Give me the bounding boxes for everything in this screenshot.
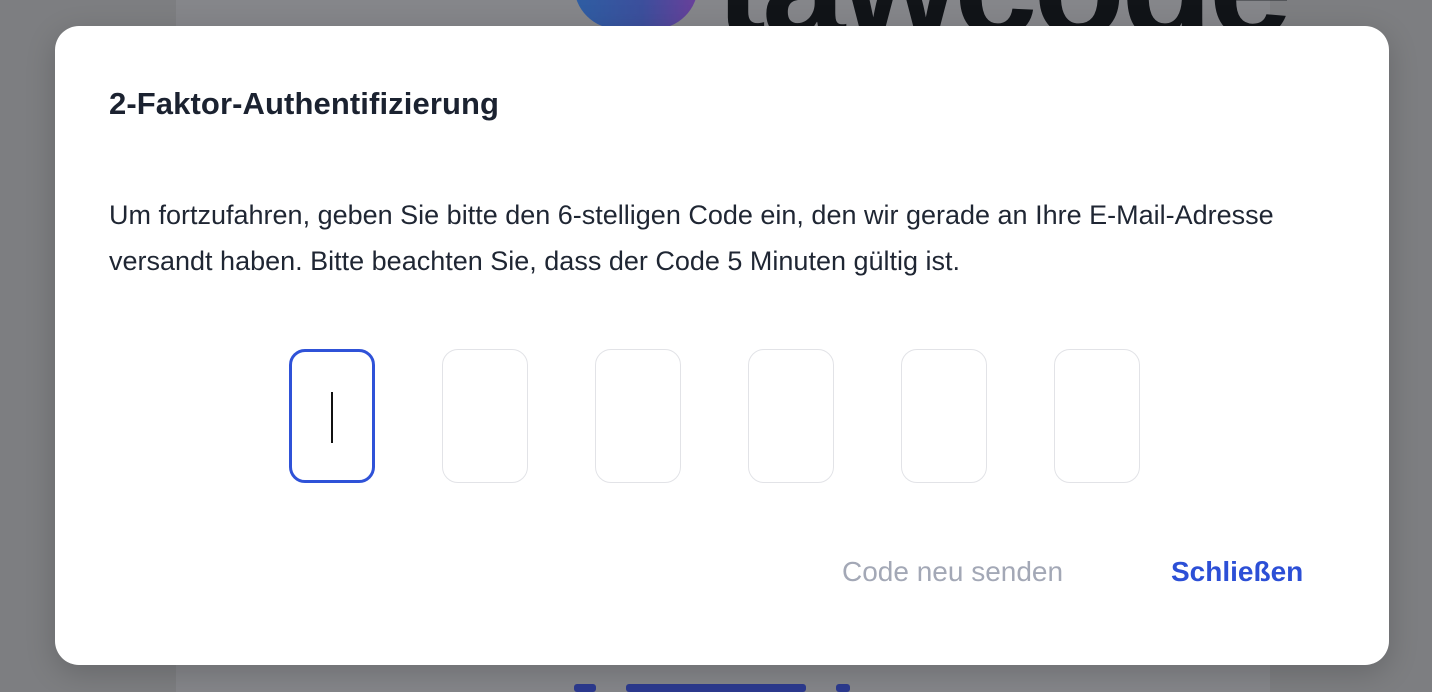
code-digit-6-input[interactable] (1054, 349, 1140, 483)
resend-code-button[interactable]: Code neu senden (842, 556, 1063, 588)
code-digit-4-input[interactable] (748, 349, 834, 483)
logo-mark-icon (574, 0, 698, 29)
background-link (574, 684, 874, 692)
code-input-group (289, 349, 1140, 483)
close-button[interactable]: Schließen (1171, 556, 1303, 588)
two-factor-dialog: 2-Faktor-Authentifizierung Um fortzufahr… (55, 26, 1389, 665)
dialog-title: 2-Faktor-Authentifizierung (109, 86, 500, 121)
code-digit-2-input[interactable] (442, 349, 528, 483)
dialog-description: Um fortzufahren, geben Sie bitte den 6-s… (109, 200, 1274, 276)
code-digit-3-input[interactable] (595, 349, 681, 483)
text-caret (331, 392, 333, 443)
code-digit-5-input[interactable] (901, 349, 987, 483)
code-digit-1-wrapper (289, 349, 375, 483)
